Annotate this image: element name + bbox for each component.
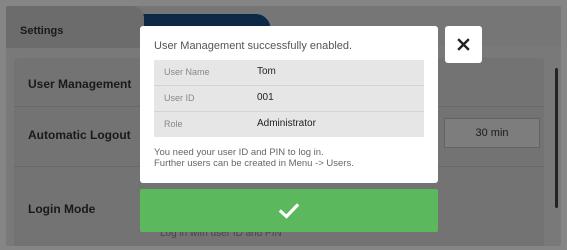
success-dialog: User Management successfully enabled. Us… — [140, 26, 438, 183]
user-info-table: User Name Tom User ID 001 Role Administr… — [154, 60, 424, 137]
info-key: User ID — [164, 93, 195, 103]
info-value: 001 — [257, 92, 274, 103]
dialog-message-line: Further users can be created in Menu -> … — [154, 158, 354, 169]
close-button[interactable] — [445, 26, 482, 63]
info-row-role: Role Administrator — [154, 112, 424, 137]
checkmark-icon — [279, 202, 299, 219]
info-value: Tom — [257, 66, 276, 77]
close-icon — [457, 38, 470, 51]
confirm-button[interactable] — [140, 189, 438, 232]
dialog-title: User Management successfully enabled. — [154, 40, 353, 52]
info-row-user-name: User Name Tom — [154, 60, 424, 85]
info-value: Administrator — [257, 118, 316, 129]
info-key: Role — [164, 119, 183, 129]
dialog-message-line: You need your user ID and PIN to log in. — [154, 147, 324, 158]
info-key: User Name — [164, 67, 210, 77]
dialog-message: You need your user ID and PIN to log in.… — [154, 147, 354, 169]
info-row-user-id: User ID 001 — [154, 86, 424, 111]
